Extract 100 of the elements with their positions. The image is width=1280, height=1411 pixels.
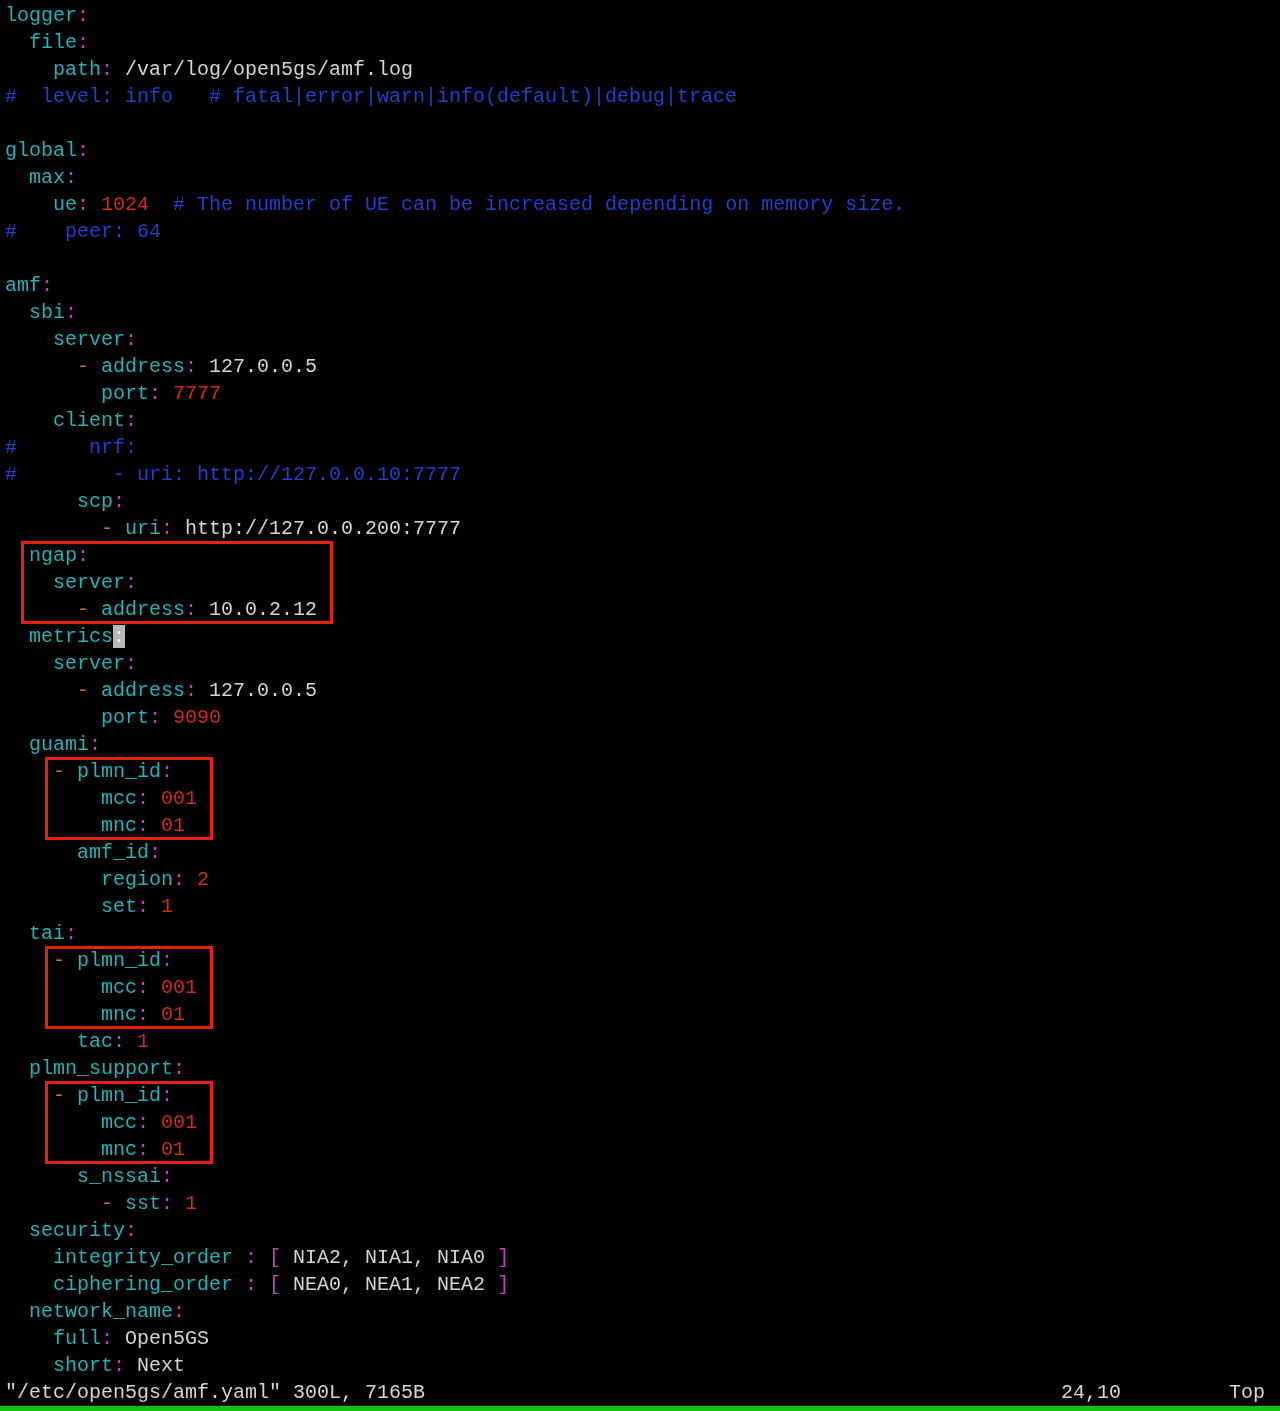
yaml-key: mcc	[5, 787, 138, 810]
yaml-key: amf_id	[5, 841, 150, 864]
yaml-key: mcc	[5, 1111, 138, 1134]
colon: :	[65, 922, 78, 945]
colon: :	[149, 706, 162, 729]
yaml-key: global	[5, 139, 77, 162]
colon: :	[137, 814, 150, 837]
colon: :	[137, 976, 150, 999]
yaml-key: tac	[5, 1030, 114, 1053]
colon: :	[77, 139, 90, 162]
colon: :	[185, 679, 198, 702]
yaml-key: ue	[5, 193, 77, 216]
colon: :	[244, 1273, 258, 1296]
colon: :	[113, 1354, 126, 1377]
list-dash: -	[76, 355, 89, 378]
comment: # - uri: http://127.0.0.10:7777	[5, 463, 462, 486]
yaml-key: address	[89, 679, 186, 702]
colon: :	[137, 1003, 150, 1026]
scroll-position: Top	[1229, 1380, 1265, 1406]
yaml-key: tai	[5, 922, 65, 945]
yaml-key: security	[5, 1219, 126, 1242]
comment: # peer: 64	[5, 220, 162, 243]
number-value: 001	[160, 787, 198, 810]
yaml-key: integrity_order	[5, 1246, 234, 1269]
yaml-key: s_nssai	[5, 1165, 162, 1188]
number-value: 1	[160, 895, 174, 918]
yaml-key: max	[5, 166, 65, 189]
colon: :	[149, 382, 162, 405]
yaml-value: http://127.0.0.200:7777	[184, 517, 462, 540]
yaml-key: port	[5, 706, 150, 729]
yaml-value: 10.0.2.12	[208, 598, 318, 621]
yaml-key: region	[5, 868, 174, 891]
number-value: 1024	[100, 193, 150, 216]
colon: :	[125, 652, 138, 675]
yaml-key: plmn_id	[65, 949, 162, 972]
yaml-key: file	[5, 31, 77, 54]
colon: :	[137, 787, 150, 810]
list-dash: -	[100, 517, 114, 540]
yaml-key: mcc	[5, 976, 138, 999]
list-dash: -	[52, 760, 65, 783]
yaml-key: metrics	[5, 625, 114, 648]
yaml-value: Open5GS	[124, 1327, 210, 1350]
yaml-key: port	[5, 382, 150, 405]
yaml-key: full	[5, 1327, 101, 1350]
yaml-key: sst	[113, 1192, 162, 1215]
colon: :	[161, 1084, 174, 1107]
number-value: 01	[160, 814, 186, 837]
colon: :	[125, 409, 138, 432]
colon: :	[77, 31, 90, 54]
comment: # nrf:	[5, 436, 138, 459]
colon: :	[77, 193, 90, 216]
yaml-key: sbi	[5, 301, 65, 324]
yaml-key: scp	[5, 490, 114, 513]
yaml-key: set	[5, 895, 138, 918]
yaml-key: plmn_id	[65, 1084, 162, 1107]
yaml-key: mnc	[5, 1138, 138, 1161]
colon: :	[101, 1327, 114, 1350]
list-dash: -	[76, 679, 89, 702]
colon: :	[137, 1111, 150, 1134]
colon: :	[149, 841, 162, 864]
bracket: [	[268, 1246, 282, 1269]
yaml-value: NIA2, NIA1, NIA0	[292, 1246, 486, 1269]
colon: :	[113, 490, 126, 513]
yaml-key: mnc	[5, 1003, 138, 1026]
yaml-key: amf	[5, 274, 41, 297]
yaml-key: server	[5, 652, 126, 675]
colon: :	[77, 544, 90, 567]
yaml-key: uri	[113, 517, 162, 540]
colon: :	[161, 760, 174, 783]
comment: # The number of UE can be increased depending on memory size.	[172, 193, 906, 216]
yaml-key: path	[5, 58, 101, 81]
colon: :	[77, 4, 90, 27]
colon: :	[125, 328, 138, 351]
colon: :	[173, 1300, 186, 1323]
number-value: 9090	[172, 706, 222, 729]
number-value: 1	[136, 1030, 150, 1053]
colon: :	[173, 1057, 186, 1080]
colon: :	[161, 949, 174, 972]
yaml-key: server	[5, 328, 126, 351]
colon: :	[185, 355, 198, 378]
colon: :	[161, 517, 174, 540]
colon: :	[161, 1165, 174, 1188]
yaml-key: logger	[5, 4, 77, 27]
bracket: ]	[496, 1246, 510, 1269]
colon: :	[101, 58, 114, 81]
yaml-value: /var/log/open5gs/amf.log	[124, 58, 414, 81]
number-value: 01	[160, 1003, 186, 1026]
cursor: :	[113, 625, 126, 648]
yaml-key: network_name	[5, 1300, 174, 1323]
bracket: [	[268, 1273, 282, 1296]
colon: :	[41, 274, 54, 297]
number-value: 01	[160, 1138, 186, 1161]
colon: :	[185, 598, 198, 621]
colon: :	[137, 895, 150, 918]
yaml-value: NEA0, NEA1, NEA2	[292, 1273, 486, 1296]
number-value: 1	[184, 1192, 198, 1215]
list-dash: -	[52, 949, 65, 972]
yaml-key: short	[5, 1354, 114, 1377]
colon: :	[244, 1246, 258, 1269]
number-value: 7777	[172, 382, 222, 405]
